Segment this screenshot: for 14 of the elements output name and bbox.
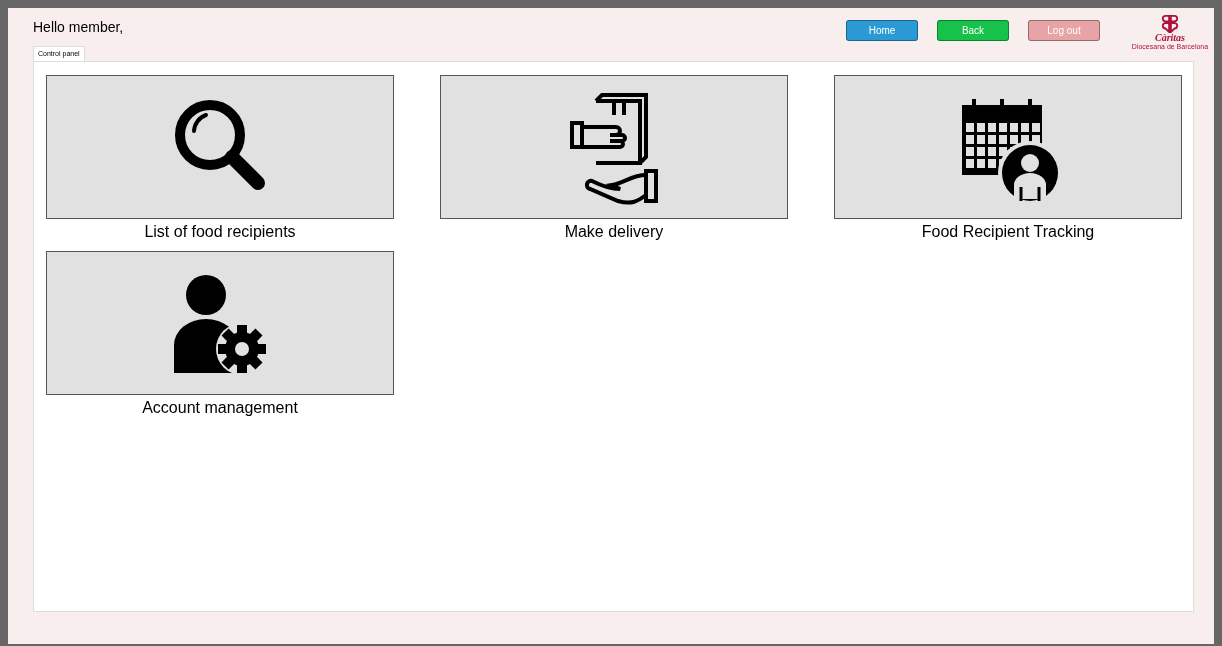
menu-tile[interactable] [834,75,1182,219]
nav-button[interactable]: Back [937,20,1009,41]
menu-tile[interactable] [46,75,394,219]
nav-button[interactable]: Log out [1028,20,1100,41]
menu-tile[interactable] [440,75,788,219]
tile-label: Make delivery [564,223,664,241]
tile-label: Food Recipient Tracking [921,223,1095,241]
logo-name: Càritas [1155,33,1185,43]
tile-label: List of food recipients [144,223,296,241]
greeting-text: Hello member, [33,19,125,35]
menu-tile[interactable] [46,251,394,395]
nav-button[interactable]: Home [846,20,918,41]
cross-logo-icon [1161,15,1179,33]
tile-label: Account management [142,399,298,417]
